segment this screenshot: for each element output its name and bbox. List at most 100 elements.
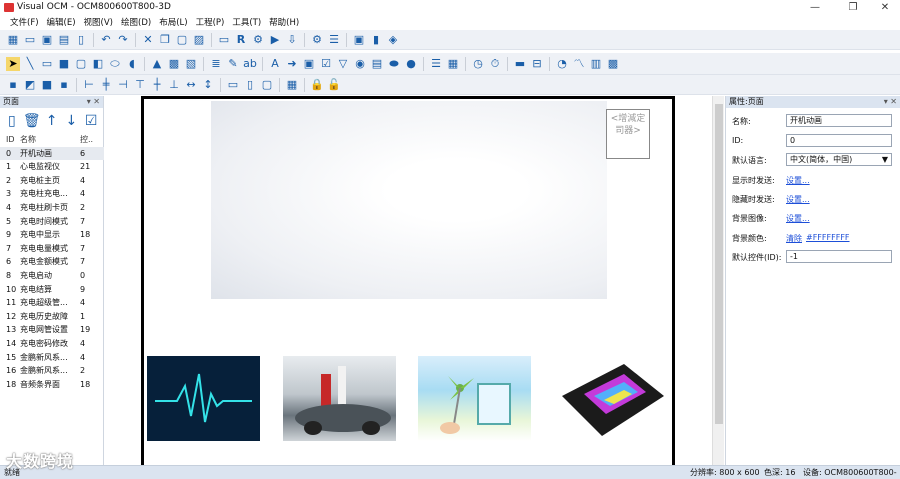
progress-icon[interactable]: ▬ [513, 57, 527, 71]
move-down-icon[interactable]: ↓ [64, 113, 80, 129]
gallery-icon[interactable]: ▧ [184, 57, 198, 71]
page-list-item[interactable]: 0 开机动画 6 [0, 146, 104, 161]
align-center-icon[interactable]: ╪ [99, 78, 113, 92]
rectangle-icon[interactable]: ▭ [217, 33, 231, 47]
toggle-button-icon[interactable]: ▣ [302, 57, 316, 71]
default-control-field[interactable]: -1 [786, 250, 892, 263]
menu-help[interactable]: 帮助(H) [265, 16, 303, 30]
save-icon[interactable]: ▣ [40, 33, 54, 47]
bg-color-clear-link[interactable]: 清除 [786, 233, 802, 244]
compile-icon[interactable]: ⚙ [251, 33, 265, 47]
menu-list-icon[interactable]: ☰ [429, 57, 443, 71]
image-icon[interactable]: ▲ [150, 57, 164, 71]
space-v-icon[interactable]: ↕ [201, 78, 215, 92]
page-list-item[interactable]: 16 金鹏新风系... 2 [0, 364, 104, 378]
maximize-button[interactable]: ❐ [838, 0, 868, 16]
round-rect-icon[interactable]: ▢ [74, 57, 88, 71]
redo-icon[interactable]: ↷ [116, 33, 130, 47]
windmill-window-image[interactable] [418, 356, 531, 441]
chevron-down-icon[interactable]: ▼ [882, 154, 888, 166]
fill-rect-icon[interactable]: ■ [57, 57, 71, 71]
menu-tools[interactable]: 工具(T) [228, 16, 265, 30]
shield-icon[interactable]: ◈ [386, 33, 400, 47]
minimize-button[interactable]: — [800, 0, 830, 16]
page-list-item[interactable]: 12 充电历史故障 1 [0, 310, 104, 324]
panel-pin-icon[interactable]: ▾ ✕ [87, 96, 100, 108]
align-right-icon[interactable]: ⊣ [116, 78, 130, 92]
page-list-item[interactable]: 3 充电柱充电... 4 [0, 187, 104, 201]
canvas-scrollbar[interactable] [712, 96, 724, 465]
align-grid-icon[interactable]: ▪ [6, 78, 20, 92]
button-icon[interactable]: ➜ [285, 57, 299, 71]
page-list-item[interactable]: 6 充电金额模式 7 [0, 255, 104, 269]
language-select[interactable]: 中文(简体，中国) ▼ [786, 153, 892, 166]
bg-color-value-link[interactable]: #FFFFFFFF [806, 233, 850, 242]
lock-icon[interactable]: 🔒 [310, 78, 324, 92]
resource-icon[interactable]: R [234, 33, 248, 47]
settings-icon[interactable]: ⚙ [310, 33, 324, 47]
bar-chart-icon[interactable]: ▥ [589, 57, 603, 71]
grid-icon[interactable]: ▦ [6, 33, 20, 47]
half-icon[interactable]: ◧ [91, 57, 105, 71]
new-page-icon[interactable]: ▯ [4, 113, 20, 129]
page-list-item[interactable]: 8 充电启动 0 [0, 269, 104, 283]
picture-icon[interactable]: ▩ [167, 57, 181, 71]
font-icon[interactable]: A [268, 57, 282, 71]
page-list-item[interactable]: 14 充电密码修改 4 [0, 337, 104, 351]
gauge-icon[interactable]: ◔ [555, 57, 569, 71]
pointer-icon[interactable]: ➤ [6, 56, 20, 71]
menu-view[interactable]: 视图(V) [80, 16, 117, 30]
align-bottom-icon[interactable]: ⊥ [167, 78, 181, 92]
move-up-icon[interactable]: ↑ [44, 113, 60, 129]
page-list-item[interactable]: 4 充电柱刷卡页 2 [0, 201, 104, 215]
page-list-item[interactable]: 18 音频条界面 18 [0, 378, 104, 392]
corner-icon[interactable]: ◩ [23, 78, 37, 92]
duplicate-icon[interactable]: ▨ [192, 33, 206, 47]
edit-text-icon[interactable]: ✎ [226, 57, 240, 71]
text-icon[interactable]: ≣ [209, 57, 223, 71]
checkbox-icon[interactable]: ☑ [319, 57, 333, 71]
page-list-item[interactable]: 13 充电网管设置 19 [0, 323, 104, 337]
page-list-item[interactable]: 2 充电桩主页 4 [0, 174, 104, 188]
page-list-item[interactable]: 15 金鹏新风系... 4 [0, 351, 104, 365]
page-list-item[interactable]: 5 充电时间模式 7 [0, 215, 104, 229]
bg-image-link[interactable]: 设置... [786, 213, 810, 224]
scrollbar-thumb[interactable] [715, 104, 723, 424]
line-icon[interactable]: ╲ [23, 57, 37, 71]
resize-icon[interactable]: ▪ [57, 78, 71, 92]
id-field[interactable]: 0 [786, 134, 892, 147]
qrcode-icon[interactable]: ▩ [606, 57, 620, 71]
selector-icon[interactable]: ▽ [336, 57, 350, 71]
delete-page-icon[interactable]: 🗑 [23, 113, 41, 129]
name-field[interactable]: 开机动画 [786, 114, 892, 127]
menu-file[interactable]: 文件(F) [6, 16, 43, 30]
launchpad-controller-image[interactable] [554, 356, 667, 441]
hide-send-link[interactable]: 设置... [786, 194, 810, 205]
align-top-icon[interactable]: ⊤ [133, 78, 147, 92]
page-list-item[interactable]: 9 充电中显示 18 [0, 228, 104, 242]
text-widget[interactable]: <增減定 司器> [606, 109, 650, 159]
line-chart-icon[interactable]: 〽 [572, 57, 586, 71]
table-icon[interactable]: ▦ [446, 57, 460, 71]
col-count[interactable]: 控.. [76, 133, 102, 147]
page-icon[interactable]: ▯ [74, 33, 88, 47]
switch-icon[interactable]: ⬬ [387, 57, 401, 71]
slider-icon[interactable]: ⊟ [530, 57, 544, 71]
property-pin-icon[interactable]: ▾ ✕ [884, 96, 897, 108]
menu-project[interactable]: 工程(P) [192, 16, 229, 30]
menu-edit[interactable]: 编辑(E) [43, 16, 80, 30]
save-all-icon[interactable]: ▤ [57, 33, 71, 47]
same-size-icon[interactable]: ▢ [260, 78, 274, 92]
timer-icon[interactable]: ⏱ [488, 57, 502, 71]
align-left-icon[interactable]: ⊢ [82, 78, 96, 92]
undo-icon[interactable]: ↶ [99, 33, 113, 47]
background-gradient-image[interactable] [211, 101, 607, 299]
open-icon[interactable]: ▭ [23, 33, 37, 47]
clock-icon[interactable]: ◷ [471, 57, 485, 71]
rect-icon[interactable]: ▭ [40, 57, 54, 71]
col-id[interactable]: ID [0, 133, 20, 147]
cut-icon[interactable]: ✕ [141, 33, 155, 47]
page-list-item[interactable]: 10 充电结算 9 [0, 283, 104, 297]
run-icon[interactable]: ▶ [268, 33, 282, 47]
paste-icon[interactable]: ▢ [175, 33, 189, 47]
